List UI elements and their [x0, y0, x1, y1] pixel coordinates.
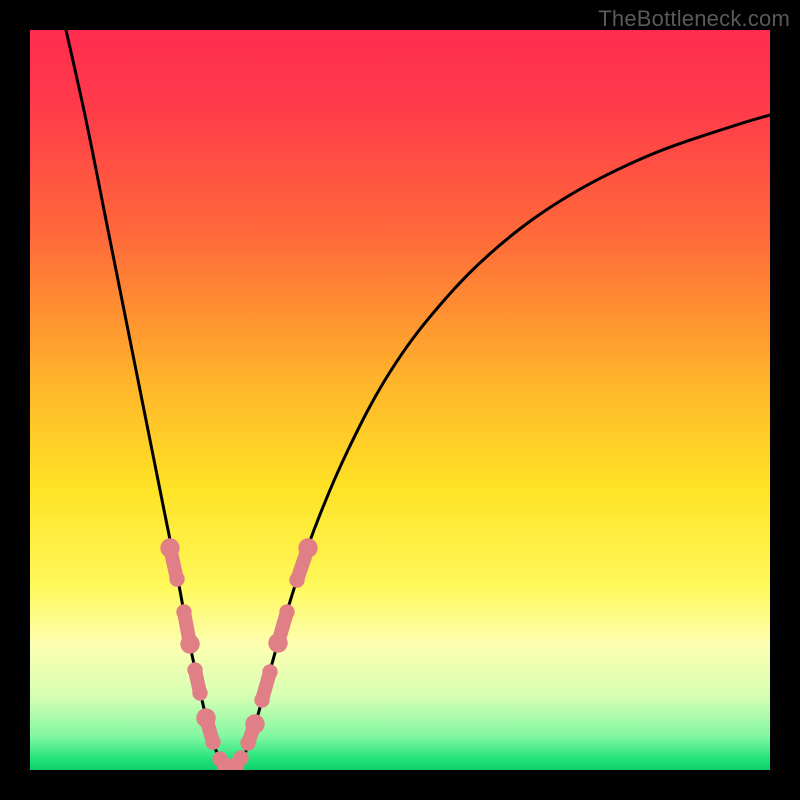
curve-left-branch	[66, 30, 230, 770]
plot-area	[30, 30, 770, 770]
markers-left-branch-markers	[160, 538, 236, 770]
markers-right-branch-markers	[224, 538, 317, 770]
curve-right-branch	[230, 115, 770, 770]
watermark-text: TheBottleneck.com	[598, 6, 790, 32]
chart-curves	[30, 30, 770, 770]
